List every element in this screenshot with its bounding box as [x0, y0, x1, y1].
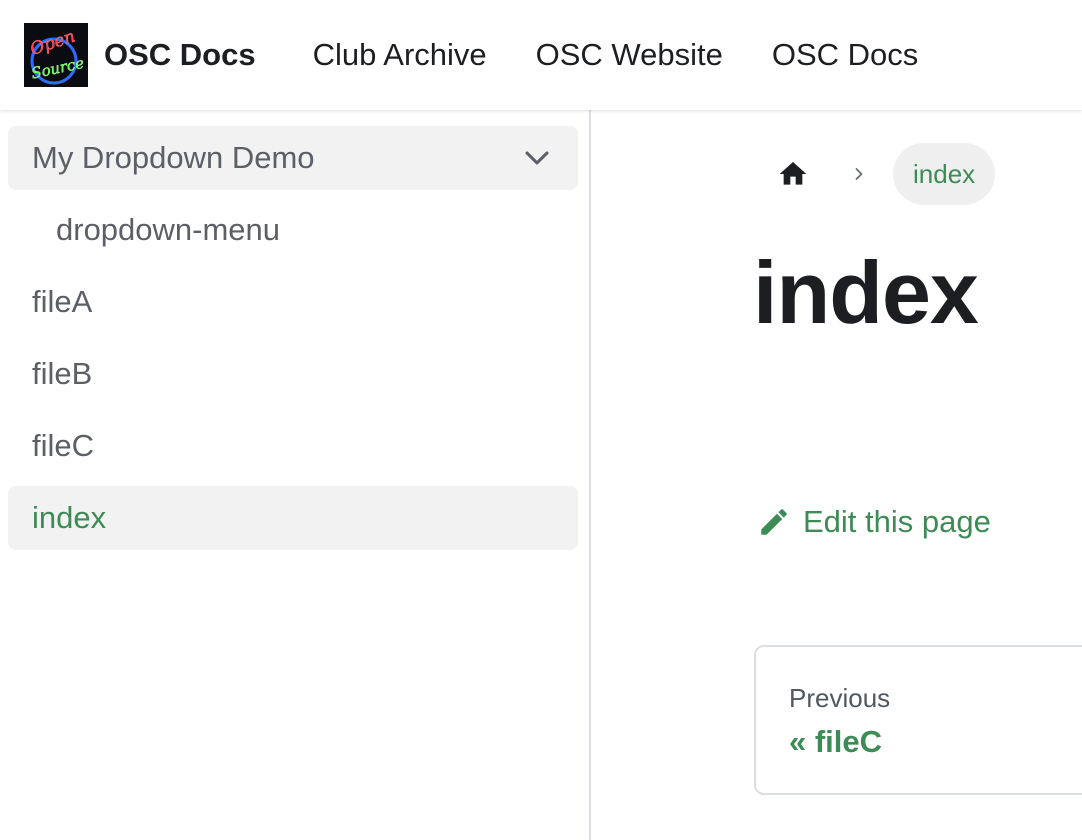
sidebar-item-label: fileA [32, 284, 93, 319]
nav-link-osc-website[interactable]: OSC Website [536, 37, 723, 73]
breadcrumb: index [777, 143, 996, 205]
main-content: index index Edit this page Previous « fi… [593, 110, 1082, 840]
nav-link-osc-docs[interactable]: OSC Docs [772, 37, 918, 73]
edit-this-page-label: Edit this page [803, 504, 991, 539]
home-icon[interactable] [777, 158, 809, 190]
sidebar-category-label: My Dropdown Demo [32, 140, 315, 175]
nav-link-club-archive[interactable]: Club Archive [313, 37, 487, 73]
pagination-previous[interactable]: Previous « fileC [754, 645, 1082, 795]
edit-this-page-link[interactable]: Edit this page [757, 504, 991, 540]
pagination-label: « fileC [789, 724, 883, 759]
sidebar-item-label: fileB [32, 356, 93, 391]
chevron-right-icon [855, 168, 863, 180]
sidebar-item-label: fileC [32, 428, 95, 463]
sidebar-item-fileb[interactable]: fileB [8, 342, 578, 406]
sidebar-item-filea[interactable]: fileA [8, 270, 578, 334]
open-source-logo: Open Source [24, 23, 88, 87]
sidebar-item-label: index [32, 500, 107, 535]
pencil-icon [761, 509, 787, 535]
page-title: index [753, 243, 979, 342]
sidebar-item-label: dropdown-menu [56, 212, 281, 247]
nav-links: Club Archive OSC Website OSC Docs [313, 37, 968, 73]
breadcrumb-current: index [893, 143, 996, 205]
sidebar-item-index[interactable]: index [8, 486, 578, 550]
sidebar-item-dropdown-menu[interactable]: dropdown-menu [8, 198, 578, 262]
chevron-down-icon[interactable] [520, 141, 554, 175]
docs-sidebar: My Dropdown Demo dropdown-menu fileA fil… [0, 110, 591, 840]
brand-link[interactable]: Open Source OSC Docs [24, 23, 256, 87]
top-navbar: Open Source OSC Docs Club Archive OSC We… [0, 0, 1082, 110]
pagination-sublabel: Previous [789, 683, 891, 713]
sidebar-category-my-dropdown-demo[interactable]: My Dropdown Demo [8, 126, 578, 190]
site-title: OSC Docs [104, 37, 256, 72]
sidebar-item-filec[interactable]: fileC [8, 414, 578, 478]
